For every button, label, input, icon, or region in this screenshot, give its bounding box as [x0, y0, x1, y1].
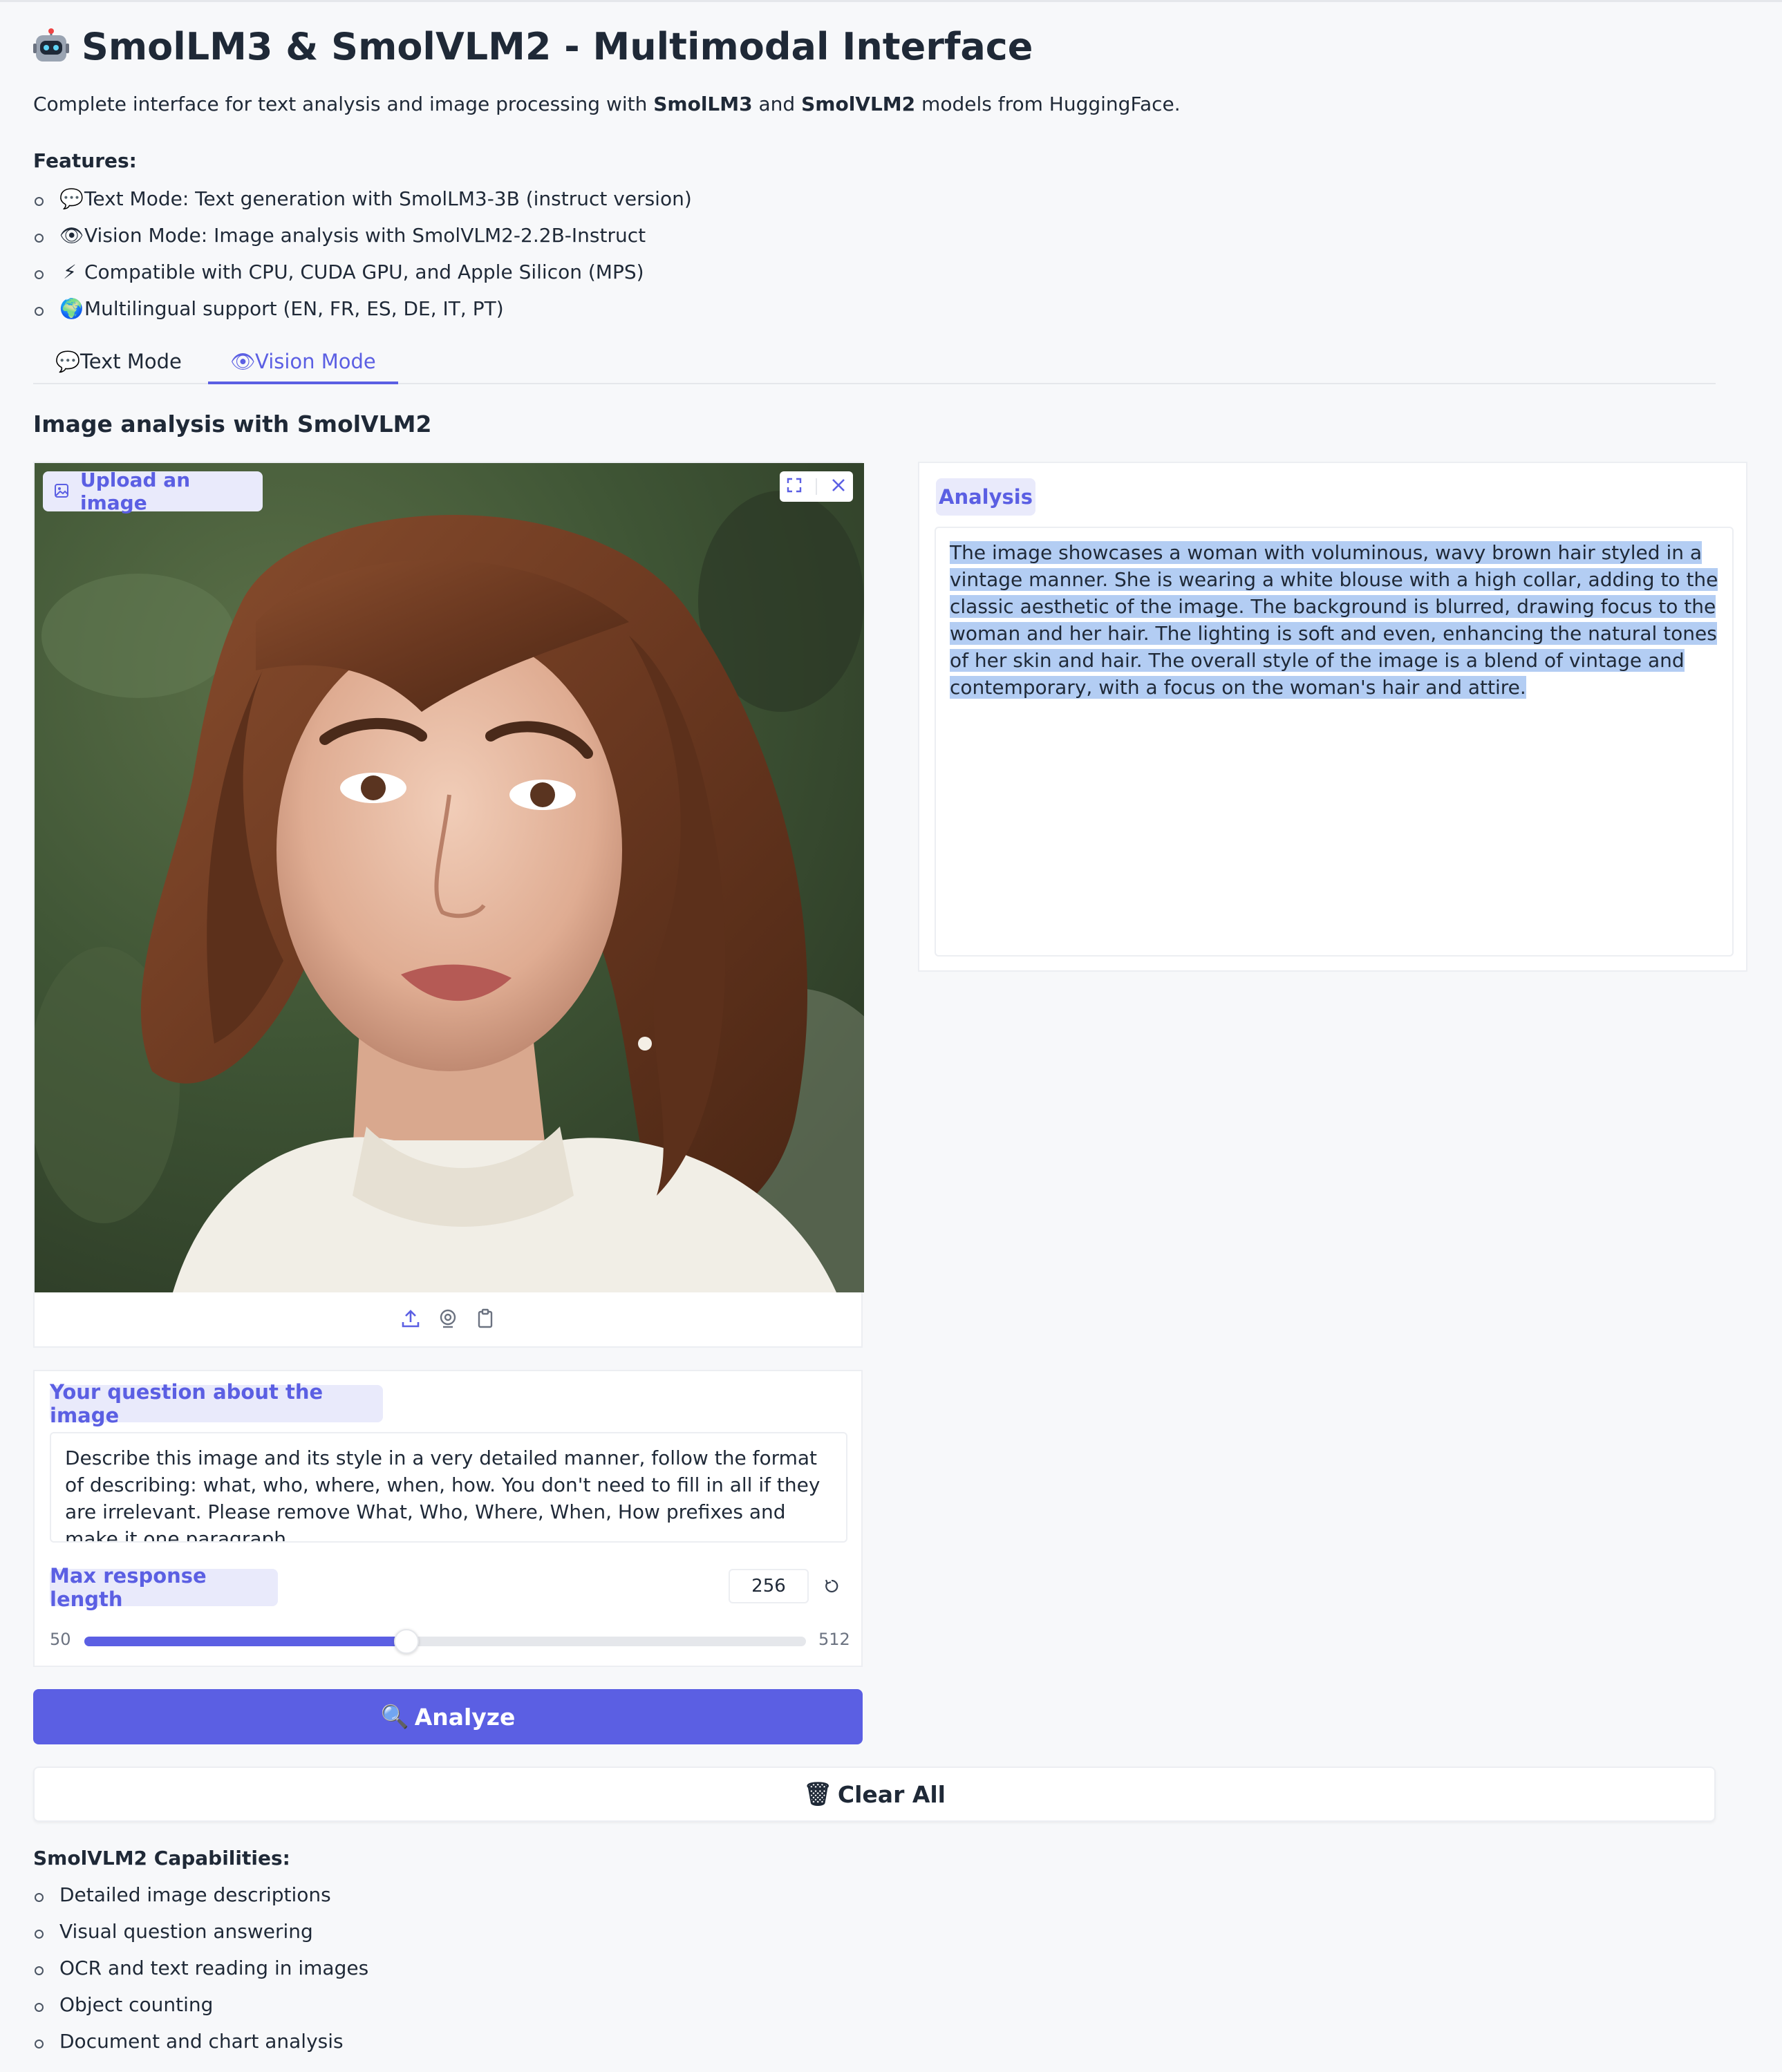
clipboard-icon[interactable] [475, 1308, 496, 1332]
uploaded-image [35, 463, 864, 1292]
slider-fill [84, 1637, 406, 1646]
top-border [0, 0, 1782, 2]
features-list: 💬Text Mode: Text generation with SmolLM3… [33, 184, 692, 330]
analysis-text: The image showcases a woman with volumin… [950, 541, 1718, 699]
eye-icon: 👁 [59, 224, 84, 247]
max-length-number-input[interactable]: 256 [729, 1569, 809, 1603]
image-icon [54, 480, 69, 503]
upload-icon[interactable] [400, 1308, 421, 1332]
close-icon[interactable] [830, 477, 847, 496]
fullscreen-icon[interactable] [786, 477, 803, 496]
page-title: SmolLM3 & SmolVLM2 - Multimodal Interfac… [33, 22, 1033, 70]
mode-tabs: 💬Text Mode 👁Vision Mode [33, 341, 1716, 384]
upload-image-label: Upload an image [43, 469, 263, 514]
slider-thumb[interactable] [394, 1629, 419, 1654]
speech-bubble-icon: 💬 [55, 350, 81, 373]
capability-item: Object counting [33, 1990, 368, 2026]
model-name-smolvlm2: SmolVLM2 [801, 93, 916, 115]
magnifier-icon: 🔍 [380, 1703, 409, 1730]
feature-item: 👁Vision Mode: Image analysis with SmolVL… [33, 220, 692, 257]
question-panel: Your question about the image Describe t… [33, 1370, 863, 1667]
analysis-output[interactable]: The image showcases a woman with volumin… [935, 527, 1734, 957]
question-text: Describe this image and its style in a v… [65, 1447, 820, 1543]
capability-item: Visual question answering [33, 1916, 368, 1953]
features-heading: Features: [33, 149, 137, 172]
model-name-smollm3: SmolLM3 [653, 93, 753, 115]
webcam-icon[interactable] [438, 1308, 458, 1332]
slider-max-label: 512 [818, 1630, 850, 1649]
reset-icon[interactable] [814, 1569, 849, 1603]
capability-item: OCR and text reading in images [33, 1953, 368, 1990]
max-length-slider[interactable] [84, 1629, 806, 1654]
image-upload-panel[interactable]: Upload an image [33, 462, 864, 1348]
feature-item: ⚡ Compatible with CPU, CUDA GPU, and Appl… [33, 257, 692, 294]
capabilities-heading: SmolVLM2 Capabilities: [33, 1847, 290, 1869]
feature-item: 🌍Multilingual support (EN, FR, ES, DE, I… [33, 294, 692, 330]
analyze-button[interactable]: 🔍 Analyze [33, 1689, 863, 1744]
lightning-icon: ⚡ [63, 261, 77, 283]
eye-icon: 👁 [230, 350, 256, 373]
clear-all-button[interactable]: 🗑 Clear All [33, 1767, 1716, 1822]
tab-text-mode[interactable]: 💬Text Mode [33, 341, 204, 384]
page-title-text: SmolLM3 & SmolVLM2 - Multimodal Interfac… [82, 24, 1033, 68]
question-input[interactable]: Describe this image and its style in a v… [50, 1432, 847, 1543]
analysis-label: Analysis [936, 478, 1035, 516]
toolbar-divider [815, 478, 817, 495]
max-length-label: Max response length [50, 1564, 278, 1611]
speech-bubble-icon: 💬 [59, 187, 84, 210]
image-toolbar [780, 471, 853, 502]
slider-min-label: 50 [50, 1630, 71, 1649]
analysis-panel: Analysis The image showcases a woman wit… [918, 462, 1747, 972]
tab-vision-mode[interactable]: 👁Vision Mode [208, 341, 398, 384]
section-title: Image analysis with SmolVLM2 [33, 411, 432, 437]
capability-item: Document and chart analysis [33, 2026, 368, 2063]
image-source-bar [35, 1292, 861, 1348]
intro-paragraph: Complete interface for text analysis and… [33, 93, 1181, 115]
capabilities-list: Detailed image descriptions Visual quest… [33, 1880, 368, 2063]
globe-icon: 🌍 [59, 297, 84, 320]
question-label: Your question about the image [50, 1380, 383, 1427]
capability-item: Detailed image descriptions [33, 1880, 368, 1916]
feature-item: 💬Text Mode: Text generation with SmolLM3… [33, 184, 692, 220]
trash-icon: 🗑 [803, 1780, 832, 1807]
robot-icon [33, 28, 69, 64]
